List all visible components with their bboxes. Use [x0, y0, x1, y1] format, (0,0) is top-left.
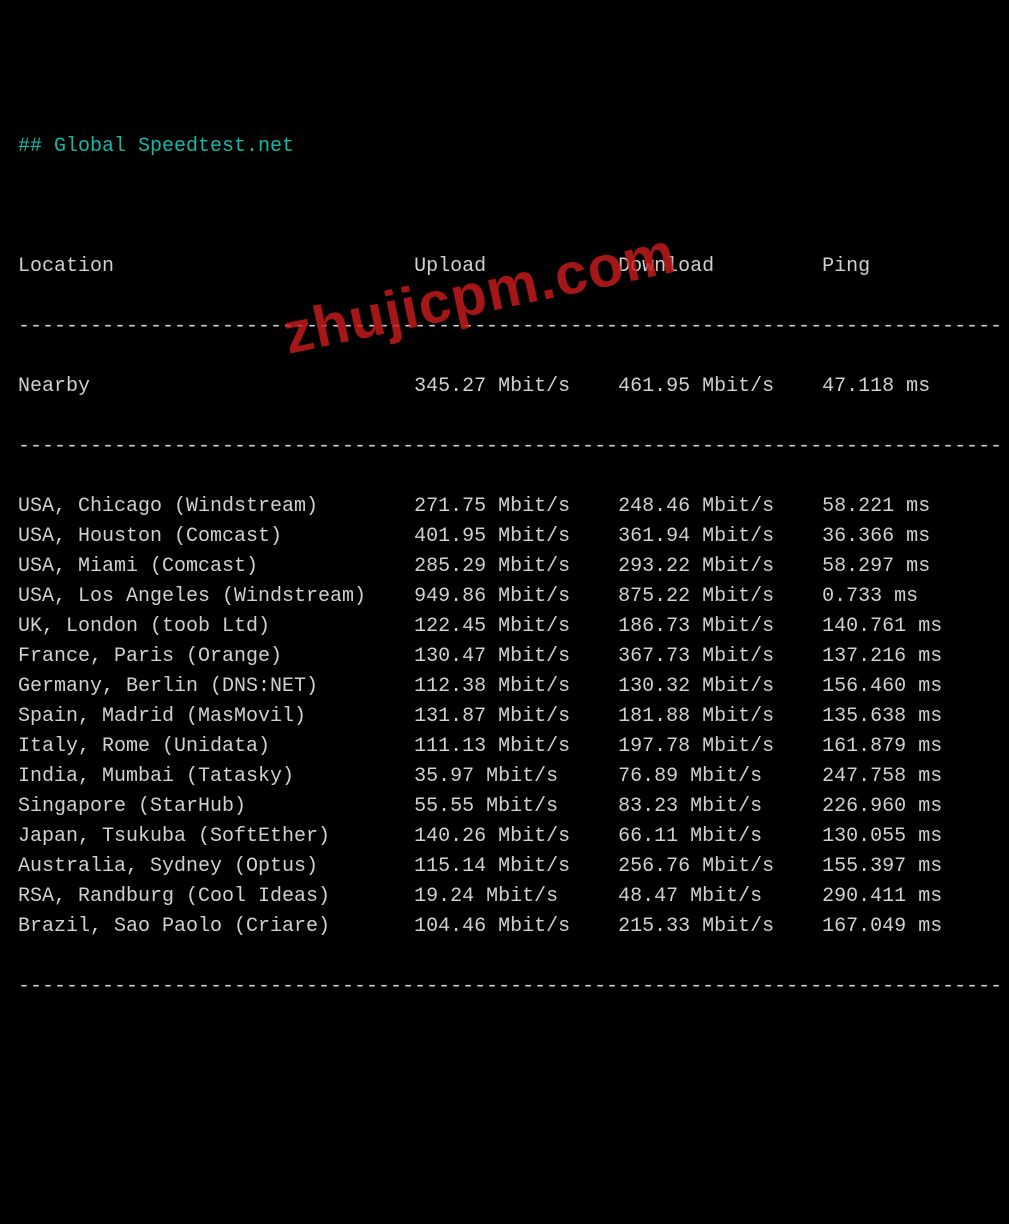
cell-location: UK, London (toob Ltd)	[18, 615, 414, 638]
cell-download: 181.88 Mbit/s	[618, 705, 822, 728]
cell-download: 83.23 Mbit/s	[618, 795, 822, 818]
cell-download: 361.94 Mbit/s	[618, 525, 822, 548]
cell-ping: 137.216 ms	[822, 645, 942, 668]
cell-download: 66.11 Mbit/s	[618, 825, 822, 848]
cell-ping: 155.397 ms	[822, 855, 942, 878]
cell-location: Japan, Tsukuba (SoftEther)	[18, 825, 414, 848]
cell-upload: 122.45 Mbit/s	[414, 615, 618, 638]
cell-download: 293.22 Mbit/s	[618, 555, 822, 578]
cell-upload: 35.97 Mbit/s	[414, 765, 618, 788]
cell-location: USA, Chicago (Windstream)	[18, 495, 414, 518]
cell-location: France, Paris (Orange)	[18, 645, 414, 668]
cell-upload: 131.87 Mbit/s	[414, 705, 618, 728]
cell-location: Brazil, Sao Paolo (Criare)	[18, 915, 414, 938]
col-header-download: Download	[618, 255, 822, 278]
divider-line: ----------------------------------------…	[18, 432, 991, 462]
table-row: Australia, Sydney (Optus) 115.14 Mbit/s …	[18, 852, 991, 882]
cell-location: RSA, Randburg (Cool Ideas)	[18, 885, 414, 908]
table-row: Germany, Berlin (DNS:NET) 112.38 Mbit/s …	[18, 672, 991, 702]
cell-download: 48.47 Mbit/s	[618, 885, 822, 908]
cell-download: 186.73 Mbit/s	[618, 615, 822, 638]
table-row: USA, Miami (Comcast) 285.29 Mbit/s 293.2…	[18, 552, 991, 582]
cell-upload: 285.29 Mbit/s	[414, 555, 618, 578]
cell-download: 461.95 Mbit/s	[618, 375, 822, 398]
table-row-nearby: Nearby 345.27 Mbit/s 461.95 Mbit/s 47.11…	[18, 372, 991, 402]
watermark-text: zhujicpm.com	[275, 210, 683, 378]
title-prefix: ##	[18, 135, 54, 158]
divider-line: ----------------------------------------…	[18, 312, 991, 342]
table-row: USA, Houston (Comcast) 401.95 Mbit/s 361…	[18, 522, 991, 552]
cell-ping: 58.297 ms	[822, 555, 930, 578]
title-text: Global Speedtest.net	[54, 135, 294, 158]
table-row: Japan, Tsukuba (SoftEther) 140.26 Mbit/s…	[18, 822, 991, 852]
section-title: ## Global Speedtest.net	[18, 132, 991, 162]
cell-location: Italy, Rome (Unidata)	[18, 735, 414, 758]
blank-line	[18, 192, 991, 222]
cell-upload: 140.26 Mbit/s	[414, 825, 618, 848]
cell-download: 197.78 Mbit/s	[618, 735, 822, 758]
cell-download: 76.89 Mbit/s	[618, 765, 822, 788]
cell-ping: 226.960 ms	[822, 795, 942, 818]
cell-upload: 104.46 Mbit/s	[414, 915, 618, 938]
cell-download: 256.76 Mbit/s	[618, 855, 822, 878]
cell-upload: 112.38 Mbit/s	[414, 675, 618, 698]
table-row: Italy, Rome (Unidata) 111.13 Mbit/s 197.…	[18, 732, 991, 762]
cell-upload: 271.75 Mbit/s	[414, 495, 618, 518]
table-row: Spain, Madrid (MasMovil) 131.87 Mbit/s 1…	[18, 702, 991, 732]
cell-download: 875.22 Mbit/s	[618, 585, 822, 608]
col-header-upload: Upload	[414, 255, 618, 278]
divider-line: ----------------------------------------…	[18, 972, 991, 1002]
cell-ping: 156.460 ms	[822, 675, 942, 698]
cell-upload: 130.47 Mbit/s	[414, 645, 618, 668]
cell-upload: 19.24 Mbit/s	[414, 885, 618, 908]
table-row: USA, Chicago (Windstream) 271.75 Mbit/s …	[18, 492, 991, 522]
cell-ping: 135.638 ms	[822, 705, 942, 728]
cell-upload: 55.55 Mbit/s	[414, 795, 618, 818]
table-row: India, Mumbai (Tatasky) 35.97 Mbit/s 76.…	[18, 762, 991, 792]
cell-location: Australia, Sydney (Optus)	[18, 855, 414, 878]
cell-location: Singapore (StarHub)	[18, 795, 414, 818]
table-header: Location Upload Download Ping	[18, 252, 991, 282]
cell-ping: 58.221 ms	[822, 495, 930, 518]
cell-ping: 167.049 ms	[822, 915, 942, 938]
cell-ping: 0.733 ms	[822, 585, 918, 608]
cell-ping: 36.366 ms	[822, 525, 930, 548]
cell-location: USA, Houston (Comcast)	[18, 525, 414, 548]
cell-upload: 401.95 Mbit/s	[414, 525, 618, 548]
cell-ping: 161.879 ms	[822, 735, 942, 758]
cell-location: Germany, Berlin (DNS:NET)	[18, 675, 414, 698]
table-row: USA, Los Angeles (Windstream) 949.86 Mbi…	[18, 582, 991, 612]
cell-ping: 47.118 ms	[822, 375, 930, 398]
table-row: RSA, Randburg (Cool Ideas) 19.24 Mbit/s …	[18, 882, 991, 912]
cell-upload: 111.13 Mbit/s	[414, 735, 618, 758]
cell-location: USA, Los Angeles (Windstream)	[18, 585, 414, 608]
table-row: France, Paris (Orange) 130.47 Mbit/s 367…	[18, 642, 991, 672]
table-row: UK, London (toob Ltd) 122.45 Mbit/s 186.…	[18, 612, 991, 642]
cell-ping: 290.411 ms	[822, 885, 942, 908]
col-header-ping: Ping	[822, 255, 870, 278]
table-row: Brazil, Sao Paolo (Criare) 104.46 Mbit/s…	[18, 912, 991, 942]
cell-upload: 949.86 Mbit/s	[414, 585, 618, 608]
cell-download: 248.46 Mbit/s	[618, 495, 822, 518]
cell-location: India, Mumbai (Tatasky)	[18, 765, 414, 788]
cell-ping: 247.758 ms	[822, 765, 942, 788]
cell-location: Nearby	[18, 375, 414, 398]
cell-ping: 140.761 ms	[822, 615, 942, 638]
cell-location: USA, Miami (Comcast)	[18, 555, 414, 578]
cell-upload: 115.14 Mbit/s	[414, 855, 618, 878]
cell-download: 130.32 Mbit/s	[618, 675, 822, 698]
cell-ping: 130.055 ms	[822, 825, 942, 848]
cell-download: 367.73 Mbit/s	[618, 645, 822, 668]
cell-download: 215.33 Mbit/s	[618, 915, 822, 938]
cell-upload: 345.27 Mbit/s	[414, 375, 618, 398]
cell-location: Spain, Madrid (MasMovil)	[18, 705, 414, 728]
col-header-location: Location	[18, 255, 414, 278]
table-row: Singapore (StarHub) 55.55 Mbit/s 83.23 M…	[18, 792, 991, 822]
